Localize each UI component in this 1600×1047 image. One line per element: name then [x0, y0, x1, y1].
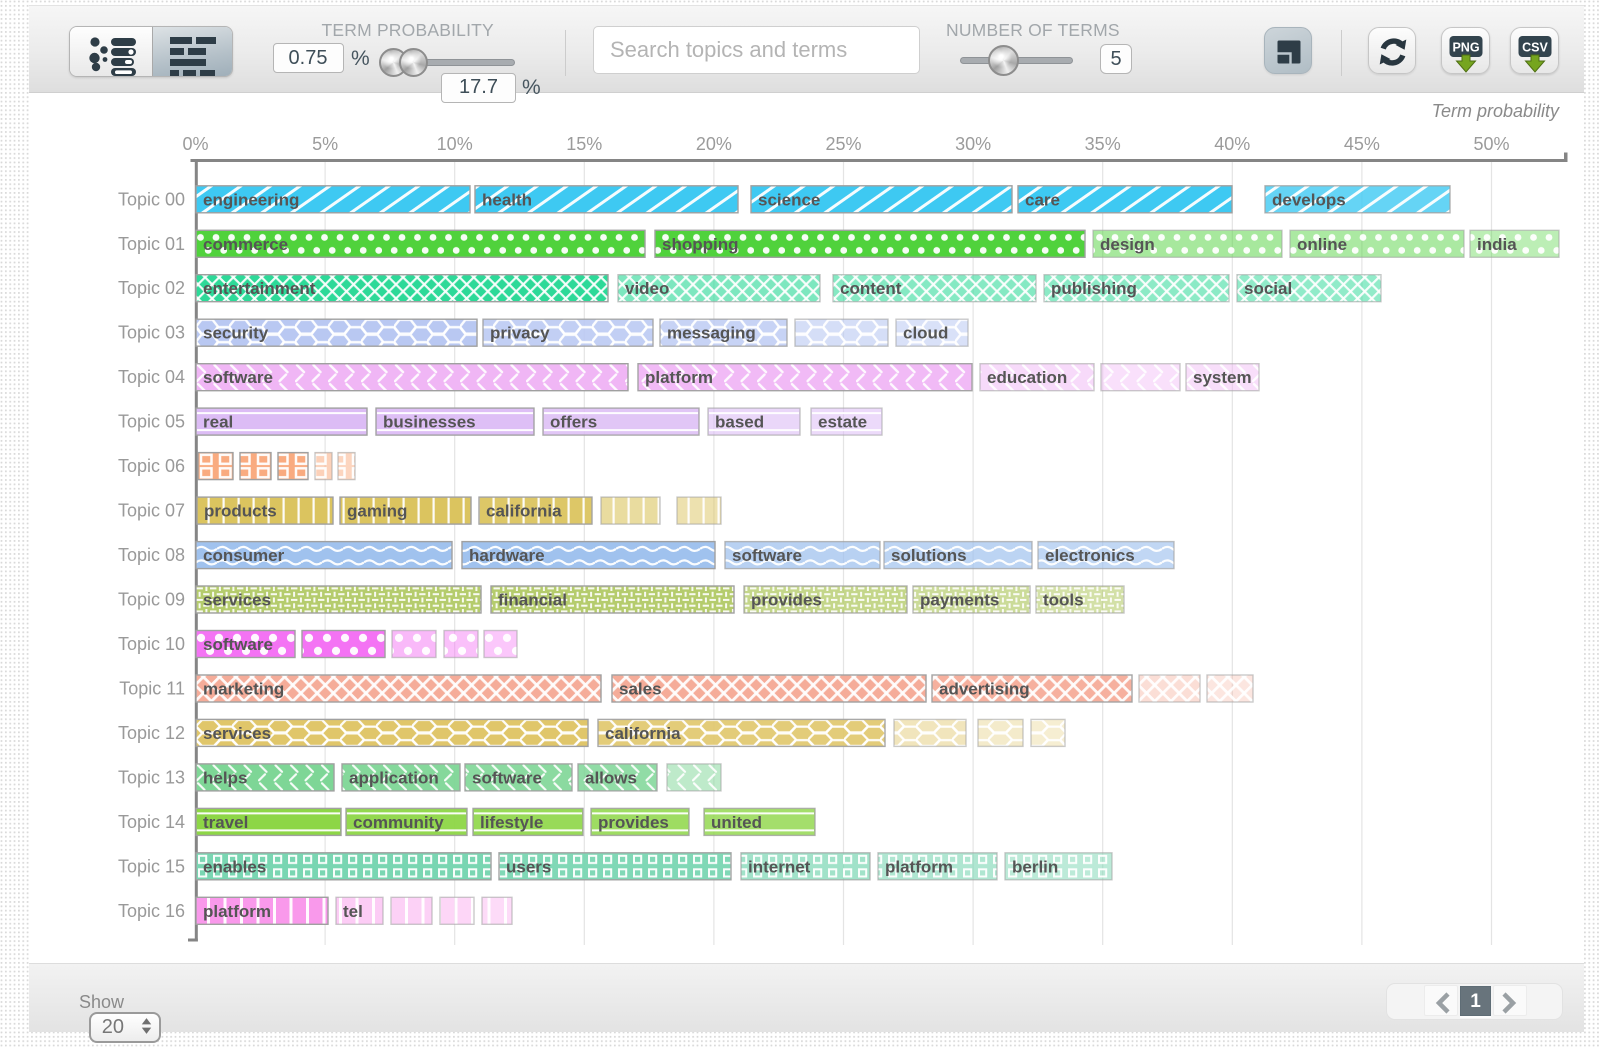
svg-text:content: content: [840, 279, 902, 298]
svg-text:Topic 16: Topic 16: [118, 901, 185, 921]
svg-text:users: users: [506, 857, 551, 876]
svg-text:social: social: [1244, 279, 1292, 298]
svg-text:Topic 15: Topic 15: [118, 856, 185, 876]
svg-text:Topic 09: Topic 09: [118, 590, 185, 610]
svg-text:security: security: [203, 324, 269, 343]
svg-text:education: education: [987, 368, 1067, 387]
svg-text:berlin: berlin: [1012, 857, 1058, 876]
svg-text:software: software: [203, 368, 273, 387]
svg-text:online: online: [1297, 235, 1347, 254]
svg-text:Topic 13: Topic 13: [118, 767, 185, 787]
svg-text:financial: financial: [498, 591, 567, 610]
svg-text:Topic 06: Topic 06: [118, 456, 185, 476]
svg-text:develops: develops: [1272, 190, 1346, 209]
svg-text:cloud: cloud: [903, 324, 948, 343]
svg-text:40%: 40%: [1214, 134, 1250, 154]
svg-text:Topic 04: Topic 04: [118, 367, 185, 387]
svg-text:shopping: shopping: [662, 235, 738, 254]
svg-text:health: health: [482, 190, 532, 209]
svg-text:enables: enables: [203, 857, 266, 876]
svg-text:services: services: [203, 591, 271, 610]
svg-text:Topic 05: Topic 05: [118, 412, 185, 432]
svg-text:software: software: [732, 546, 802, 565]
svg-text:travel: travel: [203, 813, 248, 832]
svg-text:california: california: [605, 724, 681, 743]
svg-text:25%: 25%: [825, 134, 861, 154]
svg-text:Topic 01: Topic 01: [118, 234, 185, 254]
svg-text:electronics: electronics: [1045, 546, 1135, 565]
svg-text:offers: offers: [550, 413, 597, 432]
svg-text:science: science: [758, 190, 820, 209]
svg-text:united: united: [711, 813, 762, 832]
svg-text:entertainment: entertainment: [203, 279, 316, 298]
svg-text:engineering: engineering: [203, 190, 299, 209]
svg-text:advertising: advertising: [939, 680, 1030, 699]
svg-text:services: services: [203, 724, 271, 743]
svg-text:businesses: businesses: [383, 413, 476, 432]
svg-text:messaging: messaging: [667, 324, 756, 343]
svg-text:Topic 02: Topic 02: [118, 278, 185, 298]
svg-text:internet: internet: [748, 857, 811, 876]
svg-text:commerce: commerce: [203, 235, 288, 254]
svg-text:community: community: [353, 813, 444, 832]
svg-text:gaming: gaming: [347, 502, 407, 521]
svg-text:platform: platform: [203, 902, 271, 921]
svg-text:solutions: solutions: [891, 546, 967, 565]
svg-text:helps: helps: [203, 768, 247, 787]
svg-text:50%: 50%: [1473, 134, 1509, 154]
svg-text:provides: provides: [598, 813, 669, 832]
svg-text:provides: provides: [751, 591, 822, 610]
svg-text:0%: 0%: [182, 134, 208, 154]
svg-text:Topic 14: Topic 14: [118, 812, 185, 832]
svg-text:products: products: [204, 502, 277, 521]
svg-text:system: system: [1193, 368, 1252, 387]
svg-text:Topic 12: Topic 12: [118, 723, 185, 743]
svg-text:software: software: [472, 768, 542, 787]
svg-text:platform: platform: [645, 368, 713, 387]
svg-text:real: real: [203, 413, 233, 432]
svg-text:Topic 10: Topic 10: [118, 634, 185, 654]
svg-text:20%: 20%: [696, 134, 732, 154]
svg-text:Topic 11: Topic 11: [119, 679, 185, 699]
svg-text:privacy: privacy: [490, 324, 550, 343]
svg-text:design: design: [1100, 235, 1155, 254]
svg-text:care: care: [1025, 190, 1060, 209]
svg-text:tel: tel: [343, 902, 363, 921]
svg-text:application: application: [349, 768, 439, 787]
svg-text:Topic 08: Topic 08: [118, 545, 185, 565]
svg-text:Term probability: Term probability: [1432, 101, 1560, 121]
svg-text:sales: sales: [619, 680, 662, 699]
svg-text:Topic 03: Topic 03: [118, 323, 185, 343]
svg-text:hardware: hardware: [469, 546, 545, 565]
svg-text:30%: 30%: [955, 134, 991, 154]
svg-text:marketing: marketing: [203, 680, 284, 699]
svg-text:Topic 07: Topic 07: [118, 501, 185, 521]
svg-text:10%: 10%: [437, 134, 473, 154]
svg-text:allows: allows: [585, 768, 637, 787]
svg-text:software: software: [203, 635, 273, 654]
svg-text:estate: estate: [818, 413, 867, 432]
svg-text:Topic 00: Topic 00: [118, 189, 185, 209]
svg-text:consumer: consumer: [203, 546, 285, 565]
svg-text:tools: tools: [1043, 591, 1084, 610]
svg-text:5%: 5%: [312, 134, 338, 154]
svg-text:35%: 35%: [1085, 134, 1121, 154]
svg-text:payments: payments: [920, 591, 999, 610]
svg-text:based: based: [715, 413, 764, 432]
svg-text:video: video: [625, 279, 669, 298]
svg-text:india: india: [1477, 235, 1517, 254]
svg-text:california: california: [486, 502, 562, 521]
svg-text:publishing: publishing: [1051, 279, 1137, 298]
svg-text:lifestyle: lifestyle: [480, 813, 543, 832]
svg-text:15%: 15%: [566, 134, 602, 154]
svg-text:45%: 45%: [1344, 134, 1380, 154]
svg-text:platform: platform: [885, 857, 953, 876]
